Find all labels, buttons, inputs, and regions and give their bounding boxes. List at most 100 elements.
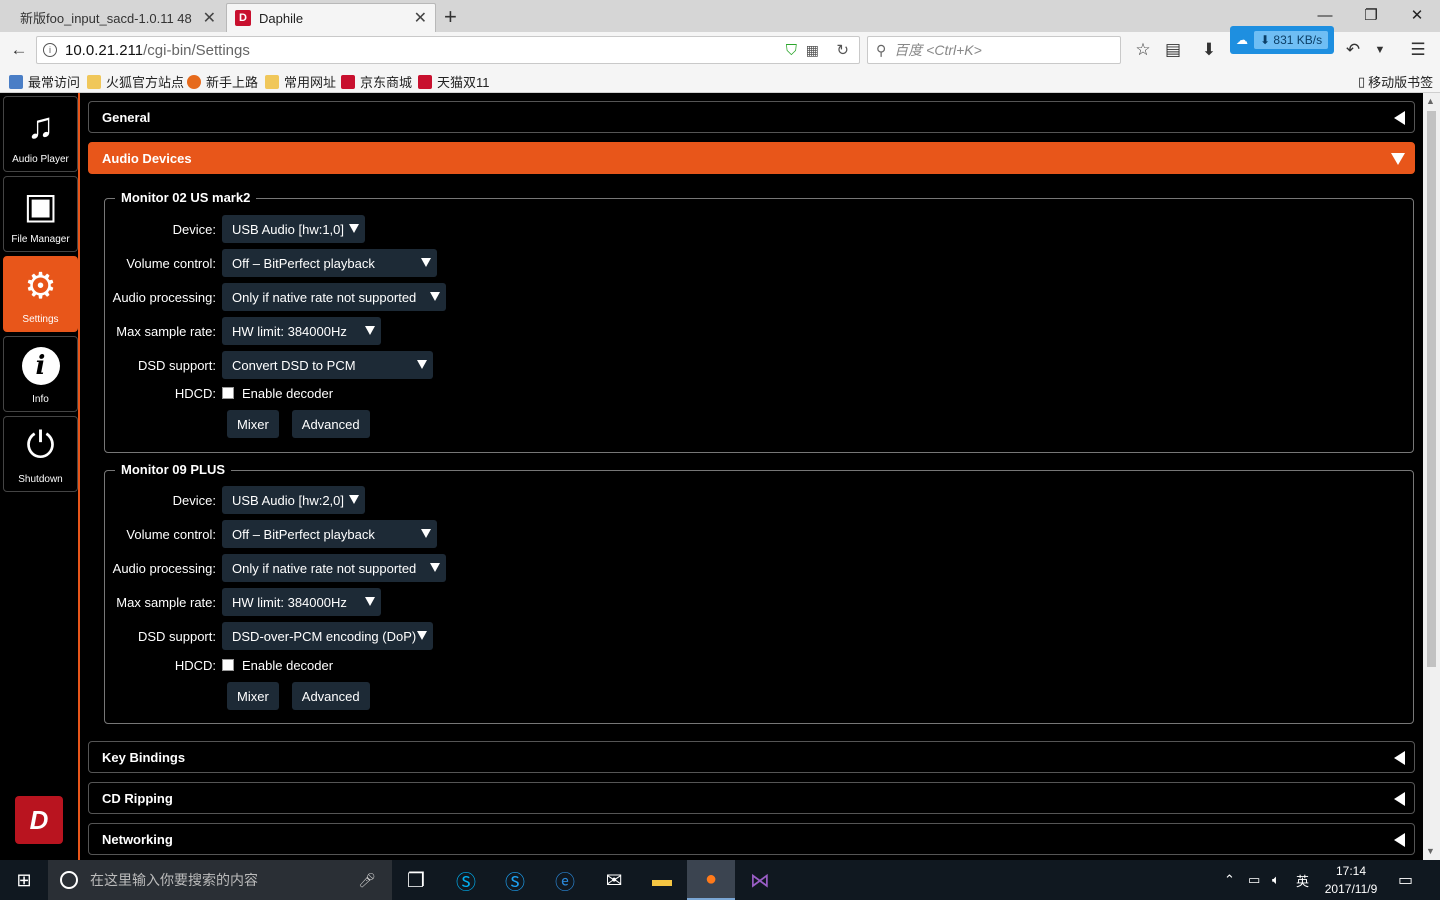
- sidebar-item-audio-player[interactable]: ♫ Audio Player: [3, 96, 78, 172]
- back-icon[interactable]: ←: [6, 38, 32, 62]
- mail-icon[interactable]: ✉: [590, 860, 638, 900]
- section-networking[interactable]: Networking: [88, 823, 1415, 855]
- skype-icon[interactable]: Ⓢ: [442, 860, 490, 900]
- browser-nav-bar: ← i 10.0.21.211/cgi-bin/Settings ⛉ ▦ ↻ ⚲…: [0, 32, 1440, 68]
- download-speed-value: 831 KB/s: [1273, 33, 1323, 47]
- volume-control-select[interactable]: Off – BitPerfect playback: [222, 249, 437, 277]
- field-label: Max sample rate:: [116, 594, 216, 610]
- windows-start-icon[interactable]: ⊞: [0, 860, 48, 900]
- power-icon: ⏻: [26, 424, 55, 465]
- hdcd-checkbox[interactable]: [222, 387, 234, 399]
- volume-control-select[interactable]: Off – BitPerfect playback: [222, 520, 437, 548]
- system-clock[interactable]: 17:14 2017/11/9: [1316, 862, 1386, 898]
- url-bar[interactable]: i 10.0.21.211/cgi-bin/Settings ⛉ ▦ ↻: [36, 36, 860, 64]
- dropdown-caret-icon: [365, 597, 375, 606]
- scroll-up-icon[interactable]: ▲: [1426, 96, 1435, 106]
- scroll-down-icon[interactable]: ▼: [1426, 846, 1435, 856]
- section-general[interactable]: General: [88, 101, 1415, 133]
- select-value: DSD-over-PCM encoding (DoP): [232, 628, 417, 644]
- new-tab-icon[interactable]: +: [444, 4, 457, 30]
- sidebar-item-shutdown[interactable]: ⏻ Shutdown: [3, 416, 78, 492]
- select-value: Only if native rate not supported: [232, 289, 417, 305]
- tray-chevron-icon[interactable]: ⌃: [1224, 860, 1235, 900]
- menu-icon[interactable]: ☰: [1405, 38, 1431, 62]
- advanced-button[interactable]: Advanced: [291, 682, 370, 710]
- sidebar-item-label: Shutdown: [18, 474, 63, 485]
- chevron-down-icon[interactable]: ▼: [1367, 38, 1393, 62]
- field-label: Max sample rate:: [116, 323, 216, 339]
- search-placeholder: 百度 <Ctrl+K>: [894, 42, 982, 58]
- skype-business-icon[interactable]: Ⓢ: [491, 860, 539, 900]
- bookmark-common-sites[interactable]: 常用网址: [265, 72, 336, 91]
- device-select[interactable]: USB Audio [hw:1,0]: [222, 215, 365, 243]
- download-icon[interactable]: ⬇: [1196, 38, 1222, 62]
- dsd-support-select[interactable]: DSD-over-PCM encoding (DoP): [222, 622, 433, 650]
- hdcd-checkbox[interactable]: [222, 659, 234, 671]
- bookmark-getting-started[interactable]: 新手上路: [187, 72, 258, 91]
- tab-foo-input-sacd[interactable]: 新版foo_input_sacd-1.0.11 48 ✕: [12, 3, 224, 32]
- section-key-bindings[interactable]: Key Bindings: [88, 741, 1415, 773]
- select-value: Off – BitPerfect playback: [232, 526, 375, 542]
- network-icon[interactable]: ▭: [1248, 860, 1260, 900]
- dropdown-caret-icon: [349, 495, 359, 504]
- collapse-arrow-icon: [1394, 111, 1405, 125]
- section-cd-ripping[interactable]: CD Ripping: [88, 782, 1415, 814]
- shield-icon[interactable]: ⛉: [786, 42, 797, 59]
- settings-content: General Audio Devices Monitor 02 US mark…: [88, 93, 1416, 860]
- mixer-button[interactable]: Mixer: [227, 682, 279, 710]
- dsd-support-select[interactable]: Convert DSD to PCM: [222, 351, 433, 379]
- bookmark-firefox-site[interactable]: 火狐官方站点: [87, 72, 184, 91]
- notification-icon[interactable]: ▭: [1398, 860, 1413, 900]
- maximize-icon[interactable]: ❐: [1348, 0, 1394, 30]
- file-explorer-icon[interactable]: ▬: [638, 860, 686, 900]
- max-rate-row: Max sample rate: HW limit: 384000Hz: [105, 317, 381, 345]
- bookmark-tmall[interactable]: 天猫双11: [418, 72, 490, 91]
- select-value: USB Audio [hw:2,0]: [232, 492, 345, 508]
- download-speed: ⬇ 831 KB/s: [1254, 31, 1329, 49]
- close-tab-icon[interactable]: ✕: [414, 8, 427, 28]
- scrollbar-thumb[interactable]: [1427, 111, 1436, 667]
- sidebar-item-info[interactable]: i Info: [3, 336, 78, 412]
- undo-icon[interactable]: ↶: [1340, 38, 1366, 62]
- volume-icon[interactable]: 🔈︎: [1272, 860, 1280, 900]
- section-title: General: [102, 109, 151, 125]
- section-audio-devices[interactable]: Audio Devices: [88, 142, 1415, 174]
- sidebar-item-settings[interactable]: ⚙ Settings: [3, 256, 78, 332]
- visual-studio-icon[interactable]: ⋈: [736, 860, 784, 900]
- sidebar-item-label: Info: [32, 394, 49, 405]
- qr-code-icon[interactable]: ▦: [806, 42, 819, 59]
- audio-processing-select[interactable]: Only if native rate not supported: [222, 283, 446, 311]
- audio-processing-select[interactable]: Only if native rate not supported: [222, 554, 446, 582]
- download-speed-badge[interactable]: ☁ ⬇ 831 KB/s: [1230, 26, 1335, 54]
- close-window-icon[interactable]: ✕: [1394, 0, 1440, 30]
- sidebar-item-label: File Manager: [11, 234, 70, 245]
- reading-list-icon[interactable]: ▤: [1160, 38, 1186, 62]
- advanced-button[interactable]: Advanced: [291, 410, 370, 438]
- collapse-arrow-icon: [1394, 833, 1405, 847]
- reload-icon[interactable]: ↻: [836, 41, 849, 59]
- search-bar[interactable]: ⚲ 百度 <Ctrl+K>: [867, 36, 1121, 64]
- device-select[interactable]: USB Audio [hw:2,0]: [222, 486, 365, 514]
- task-view-icon[interactable]: ❐: [392, 860, 440, 900]
- close-tab-icon[interactable]: ✕: [203, 8, 216, 28]
- max-sample-rate-select[interactable]: HW limit: 384000Hz: [222, 588, 381, 616]
- page-scrollbar[interactable]: ▲ ▼: [1423, 93, 1440, 860]
- ime-indicator[interactable]: 英: [1296, 860, 1309, 900]
- section-title: Key Bindings: [102, 749, 186, 765]
- sidebar-item-file-manager[interactable]: ▣ File Manager: [3, 176, 78, 252]
- field-label: Device:: [172, 221, 216, 237]
- processing-row: Audio processing: Only if native rate no…: [105, 283, 446, 311]
- taskbar-search[interactable]: 在这里输入你要搜索的内容 🎤︎: [48, 860, 392, 900]
- bookmark-jd[interactable]: 京东商城: [341, 72, 412, 91]
- mixer-button[interactable]: Mixer: [227, 410, 279, 438]
- site-info-icon[interactable]: i: [43, 43, 57, 57]
- microphone-icon[interactable]: 🎤︎: [358, 872, 376, 889]
- max-sample-rate-select[interactable]: HW limit: 384000Hz: [222, 317, 381, 345]
- edge-icon[interactable]: ⓔ: [541, 860, 589, 900]
- clock-time: 17:14: [1335, 864, 1367, 878]
- bookmark-mobile[interactable]: ▯ 移动版书签: [1358, 72, 1433, 91]
- firefox-icon[interactable]: ●: [687, 860, 735, 900]
- bookmark-star-icon[interactable]: ☆: [1130, 38, 1156, 62]
- bookmark-most-visited[interactable]: 最常访问: [9, 72, 80, 91]
- tab-daphile[interactable]: D Daphile ✕: [226, 3, 436, 32]
